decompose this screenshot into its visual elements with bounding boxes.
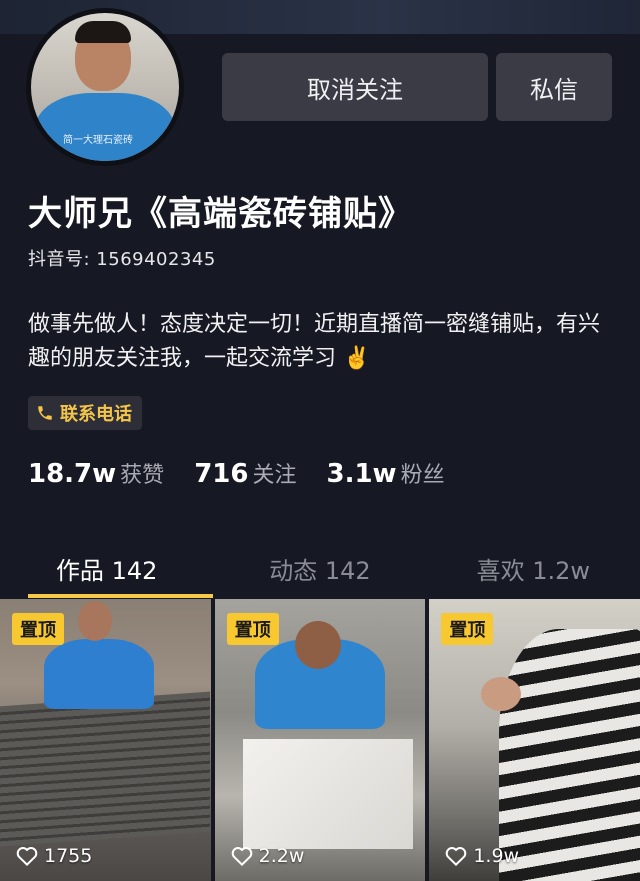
profile-name: 大师兄《高端瓷砖铺贴》 <box>28 194 413 234</box>
stat-likes-value: 18.7w <box>28 459 117 489</box>
stat-followers[interactable]: 3.1w 粉丝 <box>326 457 444 489</box>
douyin-id: 抖音号: 1569402345 <box>28 249 216 270</box>
video-likes-count: 1.9w <box>473 845 520 867</box>
phone-icon <box>38 406 52 420</box>
video-likes: 1.9w <box>445 845 519 867</box>
stat-following-label: 关注 <box>252 463 297 488</box>
stat-followers-value: 3.1w <box>326 459 397 489</box>
heart-icon <box>16 846 38 866</box>
video-thumbnail[interactable]: 置顶 2.2w <box>214 599 426 881</box>
avatar-photo: 简一大理石瓷砖 <box>31 13 179 161</box>
stat-following-value: 716 <box>194 459 249 489</box>
tab-posts[interactable]: 动态 142 <box>213 540 426 596</box>
video-likes: 1755 <box>16 845 92 867</box>
contact-label: 联系电话 <box>60 404 132 425</box>
video-likes-count: 2.2w <box>258 845 305 867</box>
video-thumbnail[interactable]: 置顶 1.9w <box>429 599 640 881</box>
stat-likes-label: 获赞 <box>120 463 165 488</box>
video-likes-count: 1755 <box>44 845 93 867</box>
pinned-badge: 置顶 <box>226 613 279 645</box>
video-grid: 置顶 1755 置顶 2.2w 置顶 1.9w <box>0 599 640 881</box>
heart-icon <box>446 846 467 866</box>
stat-likes[interactable]: 18.7w 获赞 <box>28 457 164 489</box>
content-tabs: 作品 142 动态 142 喜欢 1.2w <box>0 540 640 598</box>
stat-following[interactable]: 716 关注 <box>194 457 296 489</box>
avatar-shirt-print: 简一大理石瓷砖 <box>63 135 133 146</box>
profile-bio: 做事先做人！态度决定一切！近期直播简一密缝铺贴，有兴趣的朋友关注我，一起交流学习… <box>28 312 601 371</box>
message-button[interactable]: 私信 <box>496 53 612 121</box>
contact-phone-button[interactable]: 联系电话 <box>28 396 142 430</box>
video-thumbnail[interactable]: 置顶 1755 <box>0 599 211 881</box>
pinned-badge: 置顶 <box>12 613 64 645</box>
unfollow-button[interactable]: 取消关注 <box>222 53 488 121</box>
stat-followers-label: 粉丝 <box>400 463 445 488</box>
tab-works[interactable]: 作品 142 <box>0 540 214 598</box>
tab-liked[interactable]: 喜欢 1.2w <box>427 540 640 596</box>
heart-icon <box>231 846 252 866</box>
video-likes: 2.2w <box>231 845 305 867</box>
pinned-badge: 置顶 <box>441 613 494 645</box>
profile-stats: 18.7w 获赞 716 关注 3.1w 粉丝 <box>28 457 445 489</box>
avatar[interactable]: 简一大理石瓷砖 <box>26 8 184 166</box>
